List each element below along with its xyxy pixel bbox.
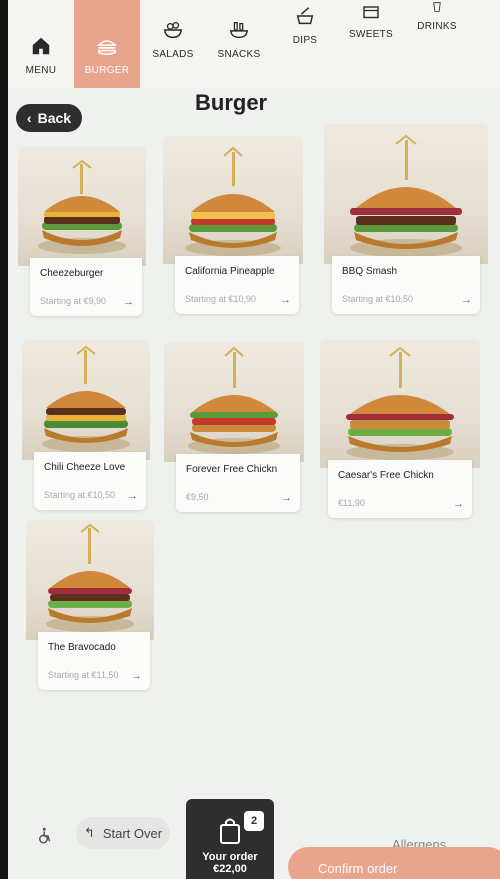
arrow-right-icon: → (123, 296, 134, 308)
product-info: The Bravocado Starting at €11,50 → (38, 632, 150, 690)
product-price: Starting at €10,90 (185, 294, 257, 304)
snacks-icon (229, 22, 249, 39)
product-name: Caesar's Free Chickn (338, 470, 434, 481)
product-info: California Pineapple Starting at €10,90 … (175, 256, 299, 314)
product-price: Starting at €10,50 (342, 294, 414, 304)
product-card-the-bravocado[interactable]: The Bravocado Starting at €11,50 → (26, 520, 154, 690)
product-card-forever-free-chickn[interactable]: Forever Free Chickn €9,50 → (164, 342, 304, 512)
start-over-button[interactable]: ↰ Start Over (76, 817, 170, 849)
page-title: Burger (195, 90, 268, 115)
device-bezel (0, 0, 8, 879)
nav-item-sweets[interactable]: SWEETS (338, 0, 404, 88)
product-info: BBQ Smash Starting at €10,50 → (332, 256, 480, 314)
back-label: Back (37, 110, 72, 126)
nav-item-drinks[interactable]: DRINKS (404, 0, 470, 88)
arrow-right-icon: → (280, 294, 291, 306)
nav-label: DRINKS (417, 21, 457, 32)
product-name: The Bravocado (48, 642, 116, 653)
product-info: Chili Cheeze Love Starting at €10,50 → (34, 452, 146, 510)
arrow-right-icon: → (127, 490, 138, 502)
product-price: Starting at €9,90 (40, 296, 107, 306)
nav-label: SWEETS (348, 29, 394, 40)
accessibility-icon[interactable] (36, 827, 54, 845)
burger-image (18, 146, 146, 266)
arrow-right-icon: → (461, 294, 472, 306)
product-info: Caesar's Free Chickn €11,90 → (328, 460, 472, 518)
back-button[interactable]: ‹ Back (16, 104, 82, 132)
product-name: Chili Cheeze Love (44, 462, 126, 473)
burger-image (324, 124, 488, 264)
bottom-bar: ↰ Start Over 2 Your order €22,00 Allerge… (8, 799, 500, 879)
nav-item-burger[interactable]: BURGER (74, 0, 140, 88)
confirm-order-button[interactable]: Confirm order (288, 847, 500, 879)
product-price: Starting at €11,50 (48, 670, 119, 680)
nav-label: BURGER (84, 65, 130, 76)
burger-image (22, 340, 150, 460)
salad-icon (163, 22, 183, 39)
product-info: Cheezeburger Starting at €9,90 → (30, 258, 142, 316)
nav-label: SNACKS (217, 49, 261, 60)
nav-label: MENU (25, 65, 57, 76)
nav-item-snacks[interactable]: SNACKS (206, 0, 272, 88)
arrow-right-icon: → (453, 498, 464, 510)
arrow-right-icon: → (281, 492, 292, 504)
nav-item-menu[interactable]: MENU (8, 0, 74, 88)
kiosk-screen: MENU BURGER SALADS SNACKS DIPS SWEETS DR… (0, 0, 500, 879)
sweets-icon (363, 6, 379, 19)
order-total: €22,00 (213, 863, 247, 875)
home-icon (32, 37, 50, 55)
product-card-bbq-smash[interactable]: BBQ Smash Starting at €10,50 → (324, 124, 488, 314)
nav-label: SALADS (152, 49, 194, 60)
order-label: Your order (202, 851, 258, 863)
your-order-button[interactable]: 2 Your order €22,00 (186, 799, 274, 879)
product-name: Cheezeburger (40, 268, 104, 279)
undo-arrow-icon: ↰ (83, 825, 95, 840)
product-price: €9,50 (186, 492, 209, 502)
arrow-right-icon: → (131, 670, 142, 682)
product-info: Forever Free Chickn €9,50 → (176, 454, 300, 512)
product-name: California Pineapple (185, 266, 275, 277)
burger-image (320, 340, 480, 468)
product-price: Starting at €10,50 (44, 490, 116, 500)
category-nav: MENU BURGER SALADS SNACKS DIPS SWEETS DR… (8, 0, 500, 88)
product-price: €11,90 (338, 498, 365, 508)
product-name: BBQ Smash (342, 266, 398, 277)
burger-icon (96, 40, 118, 55)
start-over-label: Start Over (102, 825, 163, 841)
drink-icon (433, 2, 441, 12)
product-card-cheezeburger[interactable]: Cheezeburger Starting at €9,90 → (18, 146, 146, 316)
nav-item-salads[interactable]: SALADS (140, 0, 206, 88)
order-count-badge: 2 (244, 811, 264, 831)
shopping-bag-icon (220, 818, 240, 844)
nav-item-dips[interactable]: DIPS (272, 0, 338, 88)
product-card-caesars-free-chickn[interactable]: Caesar's Free Chickn €11,90 → (320, 340, 480, 518)
burger-image (26, 520, 154, 640)
nav-label: DIPS (292, 35, 318, 46)
burger-image (163, 136, 303, 264)
dip-icon (296, 7, 314, 25)
burger-image (164, 342, 304, 462)
product-card-california-pineapple[interactable]: California Pineapple Starting at €10,90 … (163, 136, 303, 314)
product-card-chili-cheeze-love[interactable]: Chili Cheeze Love Starting at €10,50 → (22, 340, 150, 510)
chevron-left-icon: ‹ (26, 110, 32, 126)
product-name: Forever Free Chickn (186, 464, 278, 475)
